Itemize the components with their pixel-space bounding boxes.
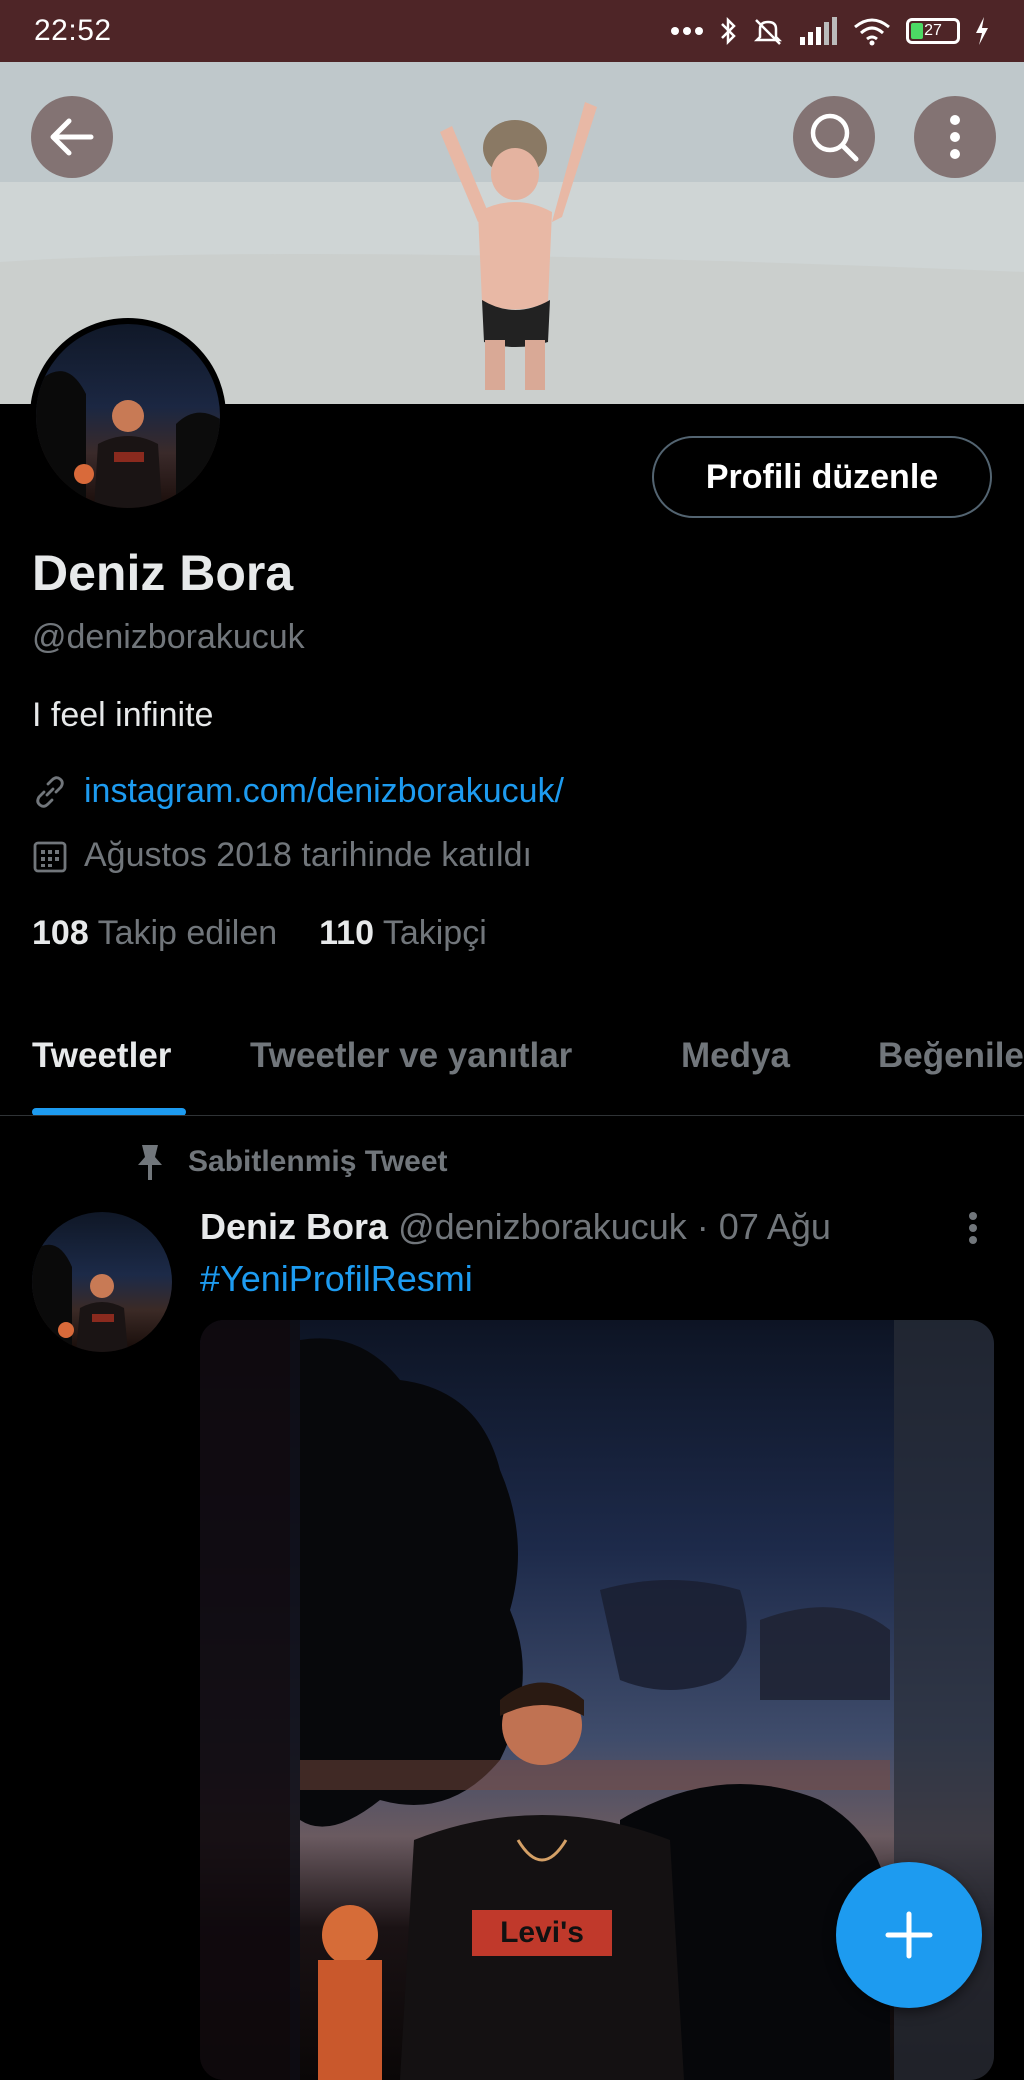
profile-name: Deniz Bora	[32, 545, 294, 601]
tab-tweets-and-replies[interactable]: Tweetler ve yanıtlar	[250, 1036, 572, 1076]
signal-icon	[800, 17, 837, 45]
pin-icon	[138, 1145, 162, 1180]
avatar-photo	[36, 324, 220, 508]
tweet-author-name[interactable]: Deniz Bora	[200, 1206, 388, 1247]
tab-media[interactable]: Medya	[681, 1036, 790, 1076]
search-icon	[810, 113, 859, 162]
profile-tabs: Tweetler Tweetler ve yanıtlar Medya Beğe…	[0, 996, 1024, 1116]
tweet-more-button[interactable]	[958, 1208, 988, 1248]
tweet-date[interactable]: 07 Ağu	[719, 1206, 831, 1247]
joined-row: Ağustos 2018 tarihinde katıldı	[32, 836, 532, 875]
link-icon	[36, 775, 64, 808]
status-icons: 27	[670, 15, 990, 47]
following-label: Takip edilen	[97, 914, 278, 952]
tab-tweets[interactable]: Tweetler	[32, 1036, 171, 1076]
arrow-left-icon	[50, 118, 94, 156]
follow-stats: 108 Takip edilen 110 Takipçi	[32, 914, 487, 953]
battery-level: 27	[924, 22, 942, 39]
tab-likes[interactable]: Beğeniler	[878, 1036, 1024, 1076]
search-button[interactable]	[793, 96, 875, 178]
following-stat[interactable]: 108 Takip edilen	[32, 914, 277, 953]
profile-bio: I feel infinite	[32, 696, 214, 734]
more-button[interactable]	[914, 96, 996, 178]
following-count: 108	[32, 914, 89, 952]
mute-icon	[753, 19, 783, 45]
profile-avatar[interactable]	[30, 318, 226, 514]
profile-handle: @denizborakucuk	[32, 618, 305, 656]
dots-icon	[671, 27, 703, 35]
tweet-separator: ·	[696, 1206, 709, 1247]
active-tab-indicator	[32, 1108, 186, 1115]
more-vertical-icon	[969, 1212, 977, 1244]
followers-stat[interactable]: 110 Takipçi	[319, 914, 487, 953]
tweet-author-handle[interactable]: @denizborakucuk	[398, 1206, 687, 1247]
followers-count: 110	[319, 914, 374, 952]
plus-icon	[885, 1911, 933, 1959]
pinned-label: Sabitlenmiş Tweet	[188, 1145, 448, 1178]
profile-link-row: instagram.com/denizborakucuk/	[32, 772, 564, 811]
tweet-hashtag[interactable]: #YeniProfilResmi	[200, 1258, 473, 1300]
charging-icon	[976, 17, 988, 45]
compose-tweet-button[interactable]	[836, 1862, 982, 2008]
pinned-indicator: Sabitlenmiş Tweet	[132, 1142, 448, 1182]
status-bar: 22:52 27	[0, 0, 1024, 62]
joined-date: Ağustos 2018 tarihinde katıldı	[84, 836, 532, 874]
calendar-icon	[33, 841, 67, 872]
wifi-icon	[854, 18, 890, 46]
battery-icon: 27	[906, 18, 960, 44]
shirt-logo-text: Levi's	[500, 1916, 584, 1949]
more-vertical-icon	[950, 115, 960, 159]
profile-link[interactable]: instagram.com/denizborakucuk/	[84, 772, 564, 811]
edit-profile-button[interactable]: Profili düzenle	[652, 436, 992, 518]
status-time: 22:52	[34, 14, 112, 47]
back-button[interactable]	[31, 96, 113, 178]
followers-label: Takipçi	[382, 914, 487, 952]
tweet-header: Deniz Bora @denizborakucuk · 07 Ağu	[200, 1206, 831, 1248]
bluetooth-icon	[721, 16, 736, 46]
tweet-author-avatar[interactable]	[32, 1212, 172, 1352]
